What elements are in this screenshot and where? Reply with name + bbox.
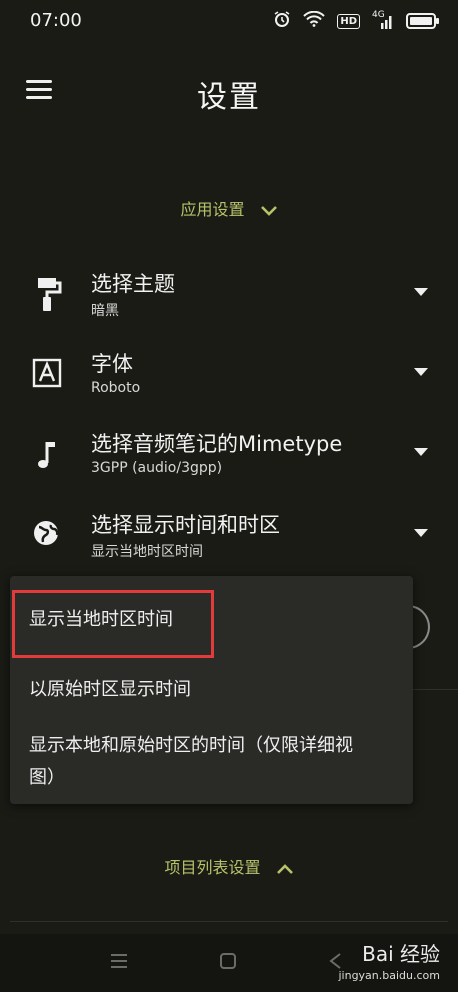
section-title: 项目列表设置 xyxy=(164,858,261,877)
dropdown-option-label: 图） xyxy=(29,767,65,788)
dropdown-option-original-time[interactable]: 以原始时区显示时间 xyxy=(29,674,191,706)
baidu-jingyan-watermark: Bai 经验 jingyan.baidu.com xyxy=(338,944,440,986)
signal-icon: 4G xyxy=(372,10,394,29)
caret-down-icon xyxy=(414,529,428,537)
dropdown-option-both-times[interactable]: 显示本地和原始时区的时间（仅限详细视 图） xyxy=(29,730,409,794)
divider xyxy=(413,689,458,690)
watermark-url: jingyan.baidu.com xyxy=(338,969,440,982)
section-header-list-settings[interactable]: 项目列表设置 xyxy=(0,854,458,878)
menu-nav-icon[interactable] xyxy=(110,952,128,974)
paint-roller-icon xyxy=(30,276,64,311)
caret-down-icon xyxy=(414,448,428,456)
chevron-up-icon xyxy=(276,858,294,877)
battery-icon xyxy=(406,13,439,29)
setting-title: 选择显示时间和时区 xyxy=(91,513,280,537)
page-title: 设置 xyxy=(197,80,261,115)
alarm-icon xyxy=(273,10,291,32)
setting-value: 3GPP (audio/3gpp) xyxy=(91,460,223,476)
setting-row-timezone[interactable]: 选择显示时间和时区 显示当地时区时间 xyxy=(0,509,458,579)
caret-down-icon xyxy=(414,368,428,376)
globe-icon xyxy=(30,517,64,551)
caret-down-icon xyxy=(414,288,428,296)
selection-highlight-box xyxy=(12,590,214,658)
setting-title: 选择音频笔记的Mimetype xyxy=(91,432,343,456)
dropdown-option-label: 显示本地和原始时区的时间（仅限详细视 xyxy=(29,735,353,756)
chevron-down-icon xyxy=(260,200,278,219)
watermark-brand: Bai 经验 xyxy=(362,942,440,966)
system-navigation-bar: Bai 经验 jingyan.baidu.com xyxy=(0,934,458,992)
wifi-icon xyxy=(303,10,326,31)
setting-row-audio-mimetype[interactable]: 选择音频笔记的Mimetype 3GPP (audio/3gpp) xyxy=(0,428,458,498)
setting-row-font[interactable]: 字体 Roboto xyxy=(0,348,458,418)
setting-value: 暗黑 xyxy=(91,303,119,319)
status-bar: 07:00 HD 4G xyxy=(0,0,458,40)
section-title: 应用设置 xyxy=(180,200,245,219)
hd-icon: HD xyxy=(337,13,360,29)
music-note-icon xyxy=(30,436,64,470)
font-icon xyxy=(30,356,64,390)
section-header-app-settings[interactable]: 应用设置 xyxy=(0,196,458,220)
status-time: 07:00 xyxy=(30,10,82,31)
divider xyxy=(10,921,448,922)
status-icons: HD 4G xyxy=(273,10,439,32)
setting-value: Roboto xyxy=(91,380,141,396)
setting-value: 显示当地时区时间 xyxy=(91,544,203,560)
home-nav-icon[interactable] xyxy=(219,952,237,974)
setting-title: 选择主题 xyxy=(91,272,175,296)
setting-title: 字体 xyxy=(91,352,133,376)
setting-row-theme[interactable]: 选择主题 暗黑 xyxy=(0,268,458,338)
